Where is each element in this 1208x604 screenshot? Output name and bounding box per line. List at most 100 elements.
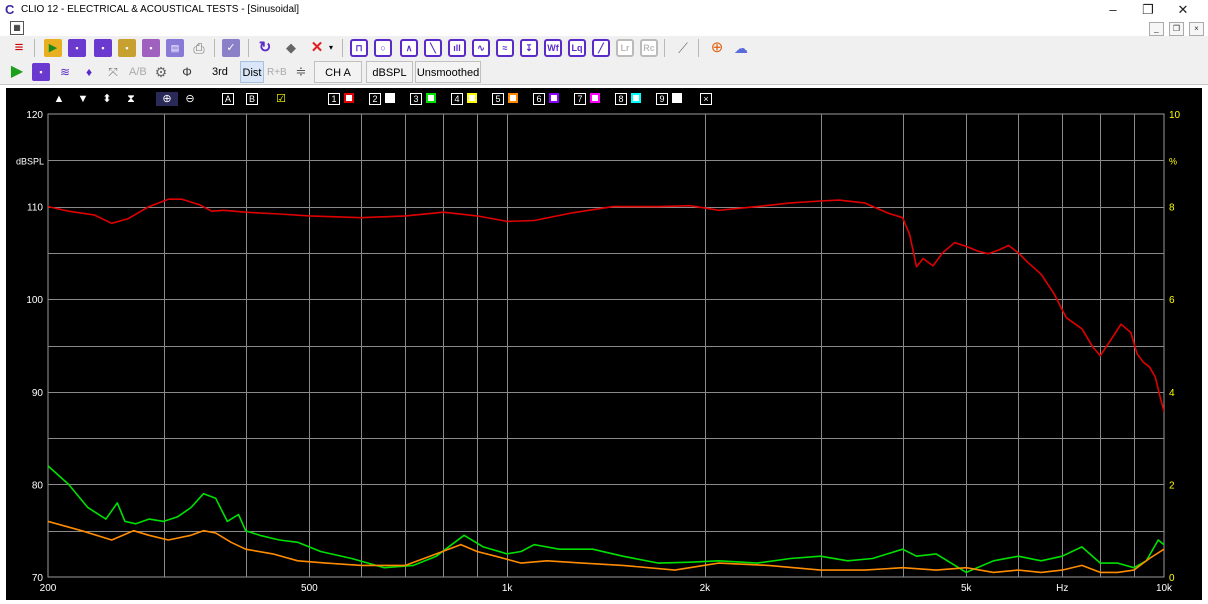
plot-area: 70 80 90 100 110 120 dBSPL 0 2 4 6 8 10% 200 500 1k 2k 5k…	[6, 88, 1202, 600]
line-icon[interactable]: ╱	[592, 39, 610, 57]
overlay-6-color-swatch[interactable]	[549, 93, 559, 103]
measurement-toolbar: ▶ ▪ ≋ ♦ ⤧ A/B ⚙ Φ 3rd Dist R+B ≑ CH A dB…	[0, 60, 1208, 85]
save-measure-icon[interactable]: ▪	[32, 63, 50, 81]
x-tick-label: 500	[301, 583, 318, 594]
sine-icon[interactable]: ∿	[472, 39, 490, 57]
overlay-4-color-swatch[interactable]	[467, 93, 477, 103]
r-plus-b-toggle[interactable]: R+B	[264, 64, 290, 81]
overlay-8-color-swatch[interactable]	[631, 93, 641, 103]
remove-overlays-button[interactable]: ×	[700, 93, 712, 105]
delete-dropdown-icon[interactable]: ▾	[326, 39, 336, 57]
series-line-1	[48, 198, 1164, 413]
fit-icon[interactable]: ⧗	[125, 92, 137, 106]
mdi-minimize-button[interactable]: _	[1148, 22, 1164, 36]
microphone-icon[interactable]: Φ	[178, 63, 196, 81]
overlay-7-button[interactable]: 7	[574, 93, 586, 105]
third-octave-toggle[interactable]: 3rd	[209, 64, 231, 81]
open-file-icon[interactable]: ▶	[44, 39, 62, 57]
leq-icon[interactable]: Lq	[568, 39, 586, 57]
play-icon[interactable]: ▶	[8, 63, 26, 81]
overlay-1-button[interactable]: 1	[328, 93, 340, 105]
hamburger-menu-icon[interactable]: ≡	[10, 39, 28, 57]
notes-icon[interactable]: ▤	[166, 39, 184, 57]
y-right-tick-label: 6	[1169, 295, 1175, 306]
series-line-3	[48, 520, 1164, 574]
delete-icon[interactable]: ✕	[308, 39, 326, 57]
overlay-9-color-swatch[interactable]	[672, 93, 682, 103]
smoothing-select[interactable]: Unsmoothed	[415, 61, 481, 83]
eraser-icon[interactable]: ◆	[282, 39, 300, 57]
window-title: CLIO 12 - ELECTRICAL & ACOUSTICAL TESTS …	[21, 4, 300, 15]
x-tick-label: 1k	[502, 583, 514, 594]
overlay-8-button[interactable]: 8	[615, 93, 627, 105]
title-bar: C CLIO 12 - ELECTRICAL & ACOUSTICAL TEST…	[0, 0, 1208, 20]
stack-icon[interactable]: ≋	[56, 63, 74, 81]
overlay-2-color-swatch[interactable]	[385, 93, 395, 103]
lr-icon[interactable]: Lr	[616, 39, 634, 57]
maximize-button[interactable]: ❐	[1133, 2, 1163, 18]
overlay-7-color-swatch[interactable]	[590, 93, 600, 103]
overlay-5-button[interactable]: 5	[492, 93, 504, 105]
waveform-icon[interactable]: ∧	[400, 39, 418, 57]
settings-gear-icon[interactable]: ⚙	[152, 63, 170, 81]
scroll-up-icon[interactable]: ▲	[53, 92, 65, 106]
chart-grid	[47, 113, 1165, 578]
y-left-tick-label: 120	[26, 110, 43, 121]
zoom-out-icon[interactable]: ⊖	[182, 92, 198, 106]
print-icon[interactable]: ⎙	[190, 39, 208, 57]
slope-icon[interactable]: ╲	[424, 39, 442, 57]
level-icon[interactable]: ↧	[520, 39, 538, 57]
export-icon[interactable]: ▪	[118, 39, 136, 57]
close-button[interactable]: ✕	[1168, 2, 1198, 18]
frequency-response-chart[interactable]: 708090100110120dBSPL0246810%200 500 1k 2k 5k…	[6, 88, 1202, 600]
ruler-icon[interactable]: ⟋	[674, 39, 692, 57]
overlay-4-button[interactable]: 4	[451, 93, 463, 105]
cursor-icon[interactable]: ⤧	[104, 63, 122, 81]
y-right-tick-label: 2	[1169, 480, 1175, 491]
overlay-3-color-swatch[interactable]	[426, 93, 436, 103]
mdi-controls: _ ❐ ×	[1147, 22, 1204, 36]
overlay-5-color-swatch[interactable]	[508, 93, 518, 103]
wf-icon[interactable]: Wf	[544, 39, 562, 57]
save-as-icon[interactable]: ▪	[94, 39, 112, 57]
dist-toggle[interactable]: Dist	[240, 61, 264, 83]
overlay-1-color-swatch[interactable]	[344, 93, 354, 103]
scroll-down-icon[interactable]: ▼	[77, 92, 89, 106]
mdi-close-button[interactable]: ×	[1189, 22, 1204, 36]
mdi-restore-button[interactable]: ❐	[1168, 22, 1184, 36]
minimize-button[interactable]: –	[1098, 2, 1128, 18]
expand-icon[interactable]: ⬍	[101, 92, 113, 106]
refresh-icon[interactable]: ↻	[256, 39, 274, 57]
zoom-in-icon[interactable]: ⊕	[156, 92, 178, 106]
overlay-3-button[interactable]: 3	[410, 93, 422, 105]
ab-label[interactable]: A/B	[126, 64, 150, 81]
split-icon[interactable]: ≑	[292, 63, 310, 81]
spectrum-icon[interactable]: ıll	[448, 39, 466, 57]
x-tick-label: 10k	[1156, 583, 1173, 594]
main-toolbar: ≡ ▶ ▪ ▪ ▪ ▪ ▤ ⎙ ✓ ↻ ◆ ✕ ▾ ⊓ ○ ∧ ╲ ıll ∿ …	[0, 36, 1208, 60]
check-icon[interactable]: ✓	[222, 39, 240, 57]
help-lifebuoy-icon[interactable]: ⊕	[708, 39, 726, 57]
export-image-icon[interactable]: ▪	[142, 39, 160, 57]
y-left-axis-label: dBSPL	[16, 156, 44, 166]
save-icon[interactable]: ▪	[68, 39, 86, 57]
cloud-help-icon[interactable]: ☁	[732, 39, 750, 57]
probe-icon[interactable]: ♦	[80, 63, 98, 81]
curve-settings-icon[interactable]: ☑	[274, 92, 288, 106]
system-menu-icon[interactable]: ▦	[10, 21, 24, 35]
overlay-9-button[interactable]: 9	[656, 93, 668, 105]
impulse-icon[interactable]: ⊓	[350, 39, 368, 57]
y-left-tick-label: 110	[27, 203, 43, 214]
chart-ticks: 708090100110120dBSPL0246810%200 500 1k 2k 5k…	[16, 110, 1181, 594]
series-line-2	[48, 465, 1164, 574]
marker-b-button[interactable]: B	[246, 93, 258, 105]
unit-select[interactable]: dBSPL	[366, 61, 413, 83]
overlay-6-button[interactable]: 6	[533, 93, 545, 105]
oscillator-icon[interactable]: ≈	[496, 39, 514, 57]
rc-icon[interactable]: Rc	[640, 39, 658, 57]
x-tick-label: 5k	[961, 583, 973, 594]
polar-icon[interactable]: ○	[374, 39, 392, 57]
overlay-2-button[interactable]: 2	[369, 93, 381, 105]
marker-a-button[interactable]: A	[222, 93, 234, 105]
channel-select[interactable]: CH A	[314, 61, 362, 83]
